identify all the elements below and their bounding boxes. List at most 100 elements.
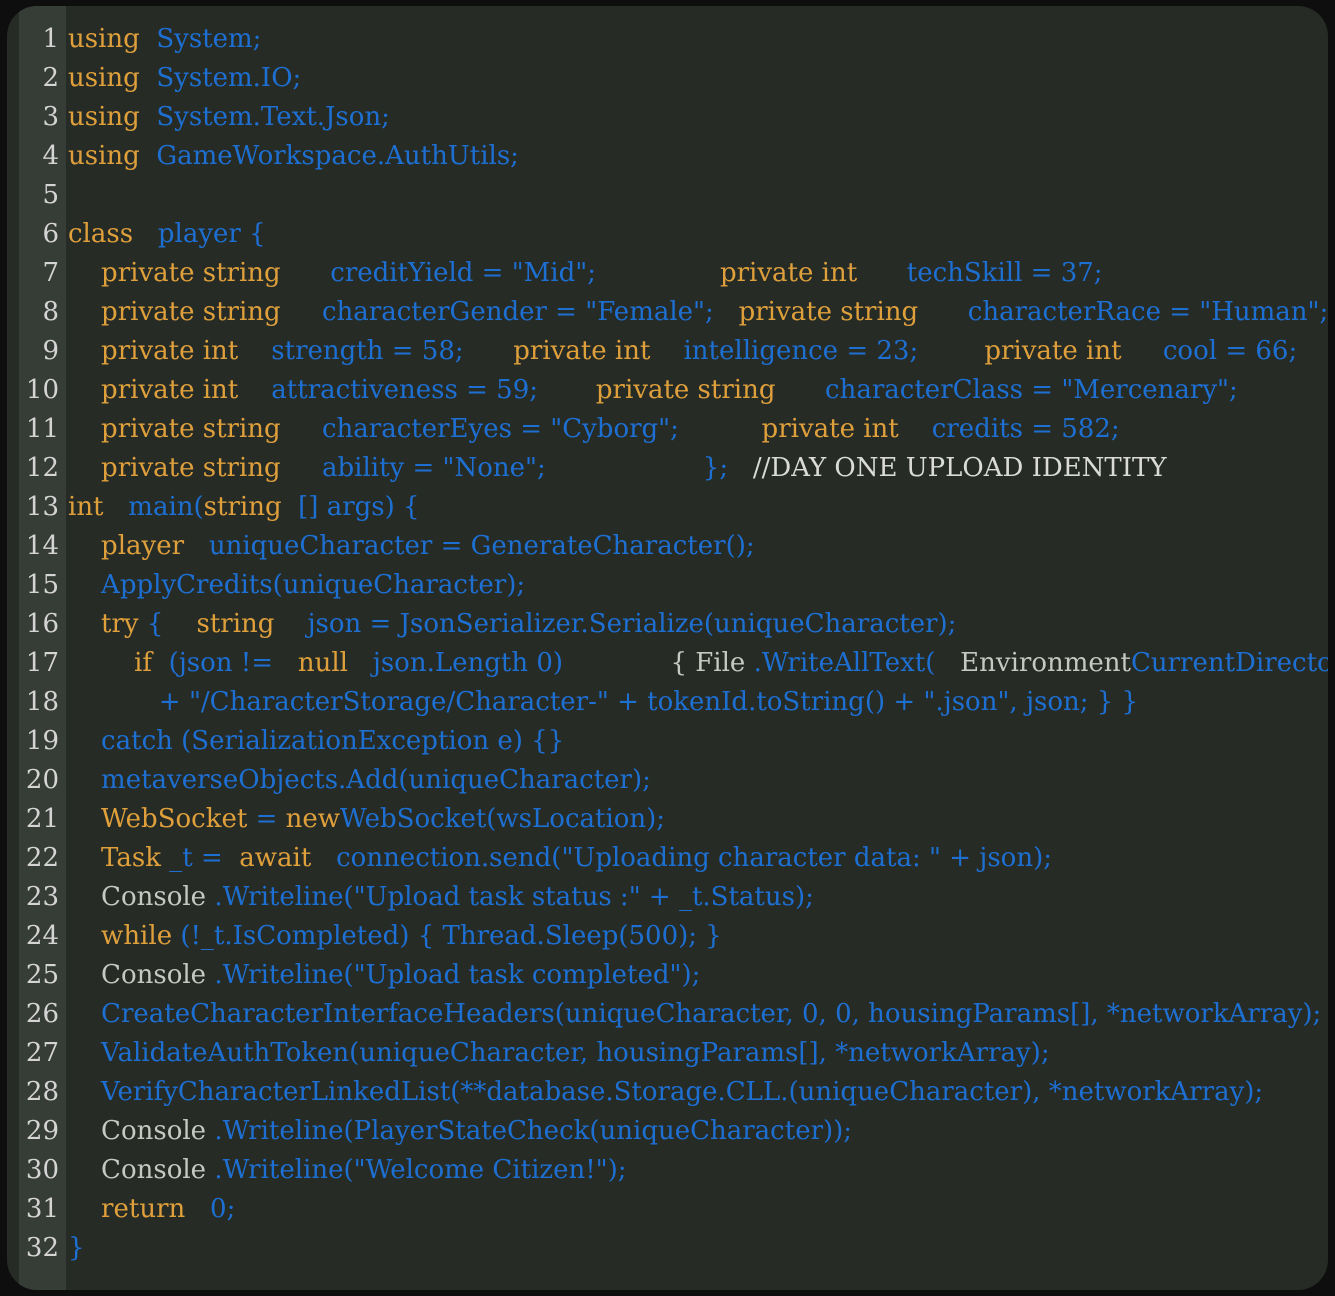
- code-line[interactable]: 7 private string creditYield = "Mid"; pr…: [7, 254, 1328, 293]
- line-number: 32: [19, 1229, 66, 1268]
- code-line[interactable]: 3using System.Text.Json;: [7, 98, 1328, 137]
- code-segment-code: =: [247, 804, 285, 834]
- line-number: 7: [19, 254, 66, 293]
- code-segment-code: ValidateAuthToken(uniqueCharacter, housi…: [68, 1038, 1050, 1068]
- code-text: return 0;: [66, 1190, 1328, 1229]
- code-text: Console .Writeline("Upload task status :…: [66, 878, 1328, 917]
- code-segment-comment: //DAY ONE UPLOAD IDENTITY: [728, 453, 1166, 483]
- code-line[interactable]: 20 metaverseObjects.Add(uniqueCharacter)…: [7, 761, 1328, 800]
- code-line[interactable]: 1using System;: [7, 20, 1328, 59]
- code-line[interactable]: 13int main(string [] args) {: [7, 488, 1328, 527]
- code-text: [66, 176, 1328, 215]
- code-line[interactable]: 32}: [7, 1229, 1328, 1268]
- code-line[interactable]: 12 private string ability = "None"; }; /…: [7, 449, 1328, 488]
- code-segment-kw: await: [231, 843, 311, 873]
- code-segment-kw: private int: [464, 336, 651, 366]
- code-segment-plain: { File: [563, 648, 745, 678]
- code-line[interactable]: 6class player {: [7, 215, 1328, 254]
- code-text: class player {: [66, 215, 1328, 254]
- line-number: 13: [19, 488, 66, 527]
- code-segment-code: catch (SerializationException e) {}: [68, 726, 564, 756]
- code-line[interactable]: 22 Task _t = await connection.send("Uplo…: [7, 839, 1328, 878]
- code-text: int main(string [] args) {: [66, 488, 1328, 527]
- code-line[interactable]: 30 Console .Writeline("Welcome Citizen!"…: [7, 1151, 1328, 1190]
- code-line[interactable]: 25 Console .Writeline("Upload task compl…: [7, 956, 1328, 995]
- code-segment-kw: private string: [714, 297, 918, 327]
- code-segment-code: 0;: [185, 1194, 235, 1224]
- code-segment-code: main(: [104, 492, 204, 522]
- line-number: 10: [19, 371, 66, 410]
- code-text: + "/CharacterStorage/Character-" + token…: [66, 683, 1328, 722]
- code-segment-code: GameWorkspace.AuthUtils;: [140, 141, 519, 171]
- code-line[interactable]: 24 while (!_t.IsCompleted) { Thread.Slee…: [7, 917, 1328, 956]
- code-segment-code: .Writeline("Welcome Citizen!");: [206, 1155, 626, 1185]
- code-line[interactable]: 28 VerifyCharacterLinkedList(**database.…: [7, 1073, 1328, 1112]
- code-line[interactable]: 16 try { string json = JsonSerializer.Se…: [7, 605, 1328, 644]
- code-lines: 1using System;2using System.IO;3using Sy…: [7, 20, 1328, 1268]
- code-text: ValidateAuthToken(uniqueCharacter, housi…: [66, 1034, 1328, 1073]
- code-segment-code: CreateCharacterInterfaceHeaders(uniqueCh…: [68, 999, 1321, 1029]
- line-number: 26: [19, 995, 66, 1034]
- code-segment-kw: using: [68, 102, 140, 132]
- code-text: private string characterEyes = "Cyborg";…: [66, 410, 1328, 449]
- code-segment-code: };: [546, 453, 728, 483]
- code-line[interactable]: 14 player uniqueCharacter = GenerateChar…: [7, 527, 1328, 566]
- line-number: 23: [19, 878, 66, 917]
- code-segment-code: json = JsonSerializer.Serialize(uniqueCh…: [274, 609, 956, 639]
- code-line[interactable]: 4using GameWorkspace.AuthUtils;: [7, 137, 1328, 176]
- code-text: Console .Writeline("Welcome Citizen!");: [66, 1151, 1328, 1190]
- code-text: if (json != null json.Length 0) { File .…: [66, 644, 1328, 683]
- code-line[interactable]: 15 ApplyCredits(uniqueCharacter);: [7, 566, 1328, 605]
- code-segment-kw: private string: [68, 297, 281, 327]
- line-number: 2: [19, 59, 66, 98]
- code-text: VerifyCharacterLinkedList(**database.Sto…: [66, 1073, 1328, 1112]
- code-segment-code: attractiveness = 59;: [238, 375, 538, 405]
- line-number: 3: [19, 98, 66, 137]
- code-segment-kw: private int: [918, 336, 1121, 366]
- line-number: 5: [19, 176, 66, 215]
- code-line[interactable]: 8 private string characterGender = "Fema…: [7, 293, 1328, 332]
- code-segment-plain: Console: [68, 882, 206, 912]
- code-line[interactable]: 29 Console .Writeline(PlayerStateCheck(u…: [7, 1112, 1328, 1151]
- line-number: 20: [19, 761, 66, 800]
- code-segment-code: characterClass = "Mercenary";: [775, 375, 1237, 405]
- code-segment-kw: string: [204, 492, 282, 522]
- code-segment-kw: return: [68, 1194, 185, 1224]
- code-segment-kw: private string: [68, 453, 281, 483]
- line-number: 11: [19, 410, 66, 449]
- code-line[interactable]: 26 CreateCharacterInterfaceHeaders(uniqu…: [7, 995, 1328, 1034]
- code-segment-kw: player: [68, 531, 184, 561]
- code-segment-code: {: [139, 609, 164, 639]
- code-segment-code: + "/CharacterStorage/Character-" + token…: [68, 687, 1138, 717]
- code-line[interactable]: 23 Console .Writeline("Upload task statu…: [7, 878, 1328, 917]
- code-text: Console .Writeline(PlayerStateCheck(uniq…: [66, 1112, 1328, 1151]
- code-line[interactable]: 9 private int strength = 58; private int…: [7, 332, 1328, 371]
- code-segment-code: [] args) {: [282, 492, 420, 522]
- code-line[interactable]: 18 + "/CharacterStorage/Character-" + to…: [7, 683, 1328, 722]
- code-text: using System.Text.Json;: [66, 98, 1328, 137]
- code-segment-code: ability = "None";: [281, 453, 546, 483]
- code-line[interactable]: 5: [7, 176, 1328, 215]
- code-segment-kw: int: [68, 492, 104, 522]
- code-line[interactable]: 17 if (json != null json.Length 0) { Fil…: [7, 644, 1328, 683]
- code-line[interactable]: 2using System.IO;: [7, 59, 1328, 98]
- code-line[interactable]: 19 catch (SerializationException e) {}: [7, 722, 1328, 761]
- code-line[interactable]: 10 private int attractiveness = 59; priv…: [7, 371, 1328, 410]
- code-segment-kw: try: [68, 609, 139, 639]
- line-number: 16: [19, 605, 66, 644]
- code-segment-code: .Writeline(PlayerStateCheck(uniqueCharac…: [206, 1116, 852, 1146]
- code-line[interactable]: 21 WebSocket = newWebSocket(wsLocation);: [7, 800, 1328, 839]
- code-line[interactable]: 27 ValidateAuthToken(uniqueCharacter, ho…: [7, 1034, 1328, 1073]
- code-text: using GameWorkspace.AuthUtils;: [66, 137, 1328, 176]
- code-segment-kw: using: [68, 141, 140, 171]
- code-segment-plain: Console: [68, 960, 206, 990]
- code-text: }: [66, 1229, 1328, 1268]
- line-number: 8: [19, 293, 66, 332]
- code-segment-code: (json !=: [152, 648, 281, 678]
- code-text: ApplyCredits(uniqueCharacter);: [66, 566, 1328, 605]
- code-segment-kw: WebSocket: [68, 804, 247, 834]
- code-segment-kw: private string: [68, 414, 281, 444]
- code-line[interactable]: 11 private string characterEyes = "Cybor…: [7, 410, 1328, 449]
- code-line[interactable]: 31 return 0;: [7, 1190, 1328, 1229]
- code-segment-code: CurrentDirectory: [1131, 648, 1328, 678]
